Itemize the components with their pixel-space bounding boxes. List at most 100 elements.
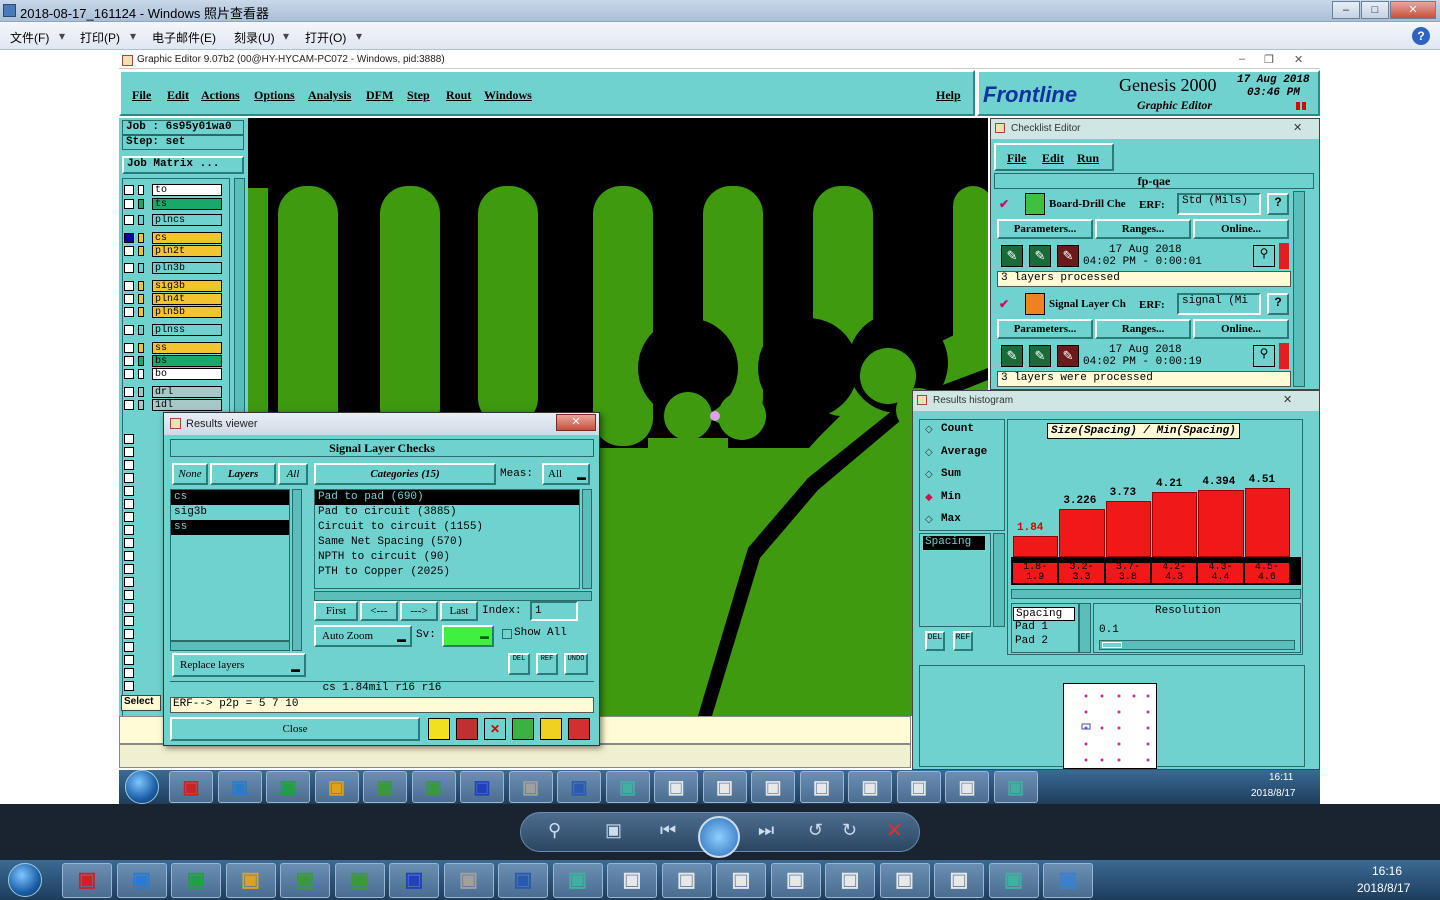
layer-list-scrollbar[interactable]	[170, 641, 290, 651]
check-mark-icon[interactable]: ✔	[999, 297, 1009, 311]
first-button[interactable]: First	[314, 601, 358, 621]
layer-row[interactable]: pln3b	[124, 262, 224, 274]
layer-checkbox[interactable]	[124, 668, 134, 678]
highlight-icon[interactable]	[456, 718, 478, 740]
histogram-bar[interactable]	[1013, 536, 1059, 557]
histogram-bar[interactable]	[1198, 490, 1244, 557]
menu-email[interactable]: 电子邮件(E)	[152, 29, 216, 46]
layer-checkbox[interactable]	[124, 486, 134, 496]
magnifier-icon[interactable]: ⚲	[1253, 345, 1275, 367]
layer-checkbox[interactable]	[124, 369, 134, 379]
radio-option-icon[interactable]: ◇	[925, 469, 933, 480]
layer-checkbox[interactable]	[124, 681, 134, 691]
layer-name[interactable]: cs	[152, 232, 222, 244]
online-button[interactable]: Online...	[1193, 219, 1289, 239]
erf-value[interactable]: Std (Mils)	[1177, 193, 1261, 215]
layer-row[interactable]: 1dl	[124, 399, 224, 411]
run-icon[interactable]: ✎	[1001, 345, 1023, 367]
layer-checkbox[interactable]	[124, 473, 134, 483]
help-icon[interactable]: ?	[1412, 27, 1430, 45]
checklist-scrollbar[interactable]	[1293, 191, 1305, 387]
taskbar-item[interactable]: ▣	[1043, 863, 1093, 898]
taskbar-item[interactable]: ▣	[411, 771, 456, 803]
layer-checkbox[interactable]	[124, 307, 134, 317]
taskbar-item[interactable]: ▣	[363, 771, 407, 803]
menu-burn[interactable]: 刻录(U)	[234, 29, 275, 46]
taskbar-item[interactable]: ▣	[217, 771, 262, 803]
layer-checkbox[interactable]	[124, 325, 134, 335]
category-hscroll[interactable]	[314, 591, 592, 601]
close-results-button[interactable]: Close	[170, 717, 420, 741]
histogram-bar[interactable]	[1059, 509, 1105, 557]
taskbar-item[interactable]: ▣	[848, 771, 892, 803]
category-list[interactable]: Pad to pad (690) Pad to circuit (3885) Cir…	[314, 489, 580, 589]
chevron-down-icon[interactable]: ▾	[356, 29, 362, 43]
layer-name[interactable]: plncs	[152, 214, 222, 226]
slideshow-button[interactable]	[698, 816, 740, 858]
resolution-slider[interactable]	[1099, 640, 1295, 650]
report-icon[interactable]	[540, 718, 562, 740]
taskbar-item[interactable]: ▣	[945, 771, 989, 803]
menu-windows[interactable]: Windows	[484, 88, 532, 103]
taskbar-item[interactable]: ▣	[988, 863, 1039, 898]
parameters-button[interactable]: Parameters...	[997, 219, 1093, 239]
histogram-bar[interactable]	[1105, 501, 1151, 557]
layer-name[interactable]: sig3b	[152, 280, 222, 292]
chart-icon[interactable]	[568, 718, 590, 740]
rotate-right-icon[interactable]: ↻	[842, 820, 857, 841]
taskbar-item[interactable]: ▣	[825, 863, 875, 898]
del-button[interactable]: DEL	[925, 631, 945, 651]
taskbar-item[interactable]: ▣	[225, 863, 276, 898]
parameters-button[interactable]: Parameters...	[997, 319, 1093, 339]
layer-row[interactable]: cs	[124, 232, 224, 244]
layer-result-item[interactable]: cs	[171, 490, 289, 505]
taskbar-item[interactable]: ▣	[607, 863, 657, 898]
undo-button[interactable]: UNDO	[564, 653, 588, 675]
close-button[interactable]: ✕	[556, 414, 596, 431]
close-icon[interactable]: ✕	[1283, 393, 1292, 406]
detail-row[interactable]: Spacing	[1013, 607, 1075, 621]
next-button[interactable]: --->	[400, 601, 438, 621]
layer-results-list[interactable]: cs sig3b ss	[170, 489, 290, 641]
category-item[interactable]: Circuit to circuit (1155)	[315, 520, 579, 535]
layer-checkbox[interactable]	[124, 525, 134, 535]
menu-print[interactable]: 打印(P)	[80, 29, 120, 46]
zoom-icon[interactable]: ⚲	[548, 820, 561, 841]
prev-button[interactable]: <---	[360, 601, 398, 621]
layer-checkbox[interactable]	[124, 233, 134, 243]
delete-icon[interactable]: ✕	[886, 818, 903, 843]
layer-checkbox[interactable]	[124, 460, 134, 470]
menu-edit[interactable]: Edit	[167, 88, 189, 103]
layer-checkbox[interactable]	[124, 551, 134, 561]
help-icon[interactable]: ?	[1267, 193, 1289, 215]
category-item[interactable]: Pad to circuit (3885)	[315, 505, 579, 520]
stop-icon[interactable]: ✎	[1057, 245, 1079, 267]
layer-result-item[interactable]: ss	[171, 520, 289, 535]
start-button[interactable]	[125, 770, 159, 804]
layer-checkbox[interactable]	[124, 246, 134, 256]
taskbar-item[interactable]: ▣	[702, 771, 747, 803]
checklist-menu-edit[interactable]: Edit	[1042, 151, 1064, 166]
run-icon[interactable]: ✎	[1001, 245, 1023, 267]
layer-checkbox[interactable]	[124, 185, 134, 195]
histogram-option[interactable]: Count	[941, 423, 974, 435]
taskbar-item[interactable]: ▣	[334, 863, 385, 898]
online-button[interactable]: Online...	[1193, 319, 1289, 339]
layer-name[interactable]: to	[152, 184, 222, 196]
check-icon[interactable]	[512, 718, 534, 740]
checklist-menu-file[interactable]: File	[1007, 151, 1026, 166]
taskbar-item[interactable]: ▣	[552, 863, 603, 898]
layer-checkbox[interactable]	[124, 538, 134, 548]
layer-result-item[interactable]: sig3b	[171, 505, 289, 520]
detail-row[interactable]: Pad 2	[1013, 635, 1075, 649]
category-item[interactable]: NPTH to circuit (90)	[315, 550, 579, 565]
layer-row[interactable]: bo	[124, 368, 224, 380]
radio-option-icon[interactable]: ◇	[925, 424, 933, 435]
menu-file[interactable]: 文件(F)	[10, 29, 49, 46]
layer-name[interactable]: pln3b	[152, 262, 222, 274]
taskbar-item[interactable]: ▣	[751, 771, 795, 803]
layer-name[interactable]: bo	[152, 368, 222, 380]
layer-checkbox[interactable]	[124, 434, 134, 444]
layer-checkbox[interactable]	[124, 603, 134, 613]
job-matrix-button[interactable]: Job Matrix ...	[122, 156, 244, 174]
